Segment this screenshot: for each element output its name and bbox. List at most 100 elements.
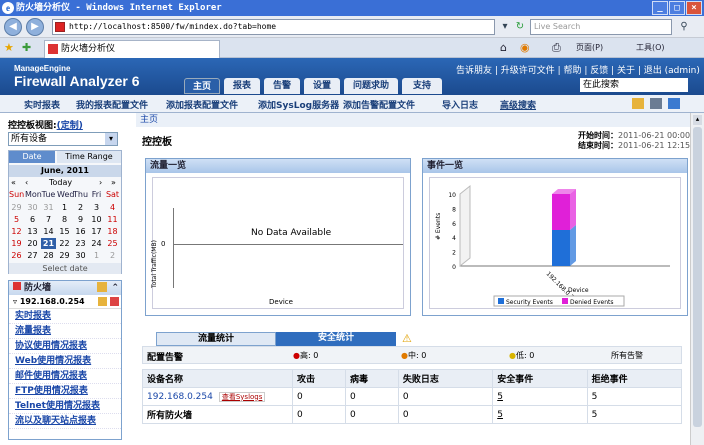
cal-day[interactable]: 27 (25, 250, 40, 261)
cal-day[interactable]: 30 (25, 202, 40, 213)
tab-reports[interactable]: 报表 (224, 78, 260, 94)
cal-day[interactable]: 3 (89, 202, 104, 213)
firewall-report-link[interactable]: FTP使用情况报表 (9, 384, 121, 399)
cal-day[interactable]: 12 (9, 226, 24, 237)
subnav-realtime[interactable]: 实时报表 (24, 98, 60, 111)
dropdown-icon[interactable]: ▾ (497, 19, 513, 35)
tab-help[interactable]: 问题求助 (344, 78, 398, 94)
alert-high[interactable]: ●高: 0 (293, 350, 318, 361)
print-icon[interactable]: ⎙ (552, 40, 561, 56)
cal-day[interactable]: 23 (73, 238, 88, 249)
cal-next-month-icon[interactable]: › (99, 178, 102, 187)
tab-settings[interactable]: 设置 (304, 78, 340, 94)
page-menu[interactable]: 页面(P) (576, 40, 603, 56)
cal-day[interactable]: 21 (41, 238, 56, 249)
alert-low[interactable]: ●低: 0 (509, 350, 534, 361)
device-report-icon[interactable] (98, 297, 107, 306)
firewall-report-link[interactable]: Web使用情况报表 (9, 354, 121, 369)
cal-day[interactable]: 11 (105, 214, 120, 225)
add-favorites-icon[interactable]: ✚ (22, 40, 31, 56)
cal-day[interactable]: 30 (73, 250, 88, 261)
collapse-icon[interactable]: ⌃ (111, 281, 119, 295)
page-scrollbar[interactable]: ▴ (690, 113, 704, 445)
cal-prev-icon[interactable]: « (11, 178, 16, 187)
cal-day[interactable]: 5 (9, 214, 24, 225)
device-row[interactable]: ▿ 192.168.0.254 (9, 295, 121, 309)
cal-day[interactable]: 9 (73, 214, 88, 225)
subnav-add-alert-profile[interactable]: 添加告警配置文件 (343, 98, 415, 111)
cal-day[interactable]: 24 (89, 238, 104, 249)
minimize-button[interactable]: _ (652, 1, 668, 15)
cal-today[interactable]: Today (49, 178, 72, 187)
cal-day[interactable]: 20 (25, 238, 40, 249)
cal-tab-range[interactable]: Time Range (57, 151, 121, 163)
cal-day[interactable]: 13 (25, 226, 40, 237)
firewall-report-link[interactable]: 邮件使用情况报表 (9, 369, 121, 384)
favorites-star-icon[interactable]: ★ (4, 40, 14, 56)
search-icon[interactable]: ⚲ (676, 19, 692, 35)
cal-prev-month-icon[interactable]: ‹ (25, 178, 28, 187)
firewall-report-link[interactable]: 流量报表 (9, 324, 121, 339)
tab-alerts[interactable]: 告警 (264, 78, 300, 94)
url-input[interactable]: http://localhost:8500/fw/mindex.do?tab=h… (52, 19, 495, 35)
scroll-up-icon[interactable]: ▴ (693, 115, 702, 125)
cal-day[interactable]: 4 (105, 202, 120, 213)
feeds-icon[interactable]: ◉ (520, 40, 530, 56)
cal-day[interactable]: 29 (57, 250, 72, 261)
alert-medium[interactable]: ●中: 0 (401, 350, 426, 361)
close-button[interactable]: × (686, 1, 702, 15)
cal-day[interactable]: 28 (41, 250, 56, 261)
cal-day[interactable]: 8 (57, 214, 72, 225)
subnav-my-profiles[interactable]: 我的报表配置文件 (76, 98, 148, 111)
cal-day[interactable]: 22 (57, 238, 72, 249)
cal-day[interactable]: 31 (41, 202, 56, 213)
cal-tab-date[interactable]: Date (9, 151, 55, 163)
subnav-advanced-search[interactable]: 高级搜索 (500, 98, 536, 111)
cal-day[interactable]: 1 (89, 250, 104, 261)
cal-day[interactable]: 7 (41, 214, 56, 225)
view-syslogs-link[interactable]: 查看Syslogs (218, 391, 266, 402)
cal-day[interactable]: 29 (9, 202, 24, 213)
refresh-icon[interactable]: ↻ (512, 19, 528, 35)
cal-next-icon[interactable]: » (111, 178, 116, 187)
maximize-button[interactable]: □ (669, 1, 685, 15)
export-icon[interactable] (632, 98, 644, 109)
cal-day[interactable]: 2 (73, 202, 88, 213)
cal-day[interactable]: 10 (89, 214, 104, 225)
cal-day[interactable]: 1 (57, 202, 72, 213)
tab-security-stats[interactable]: 安全统计 (276, 332, 396, 346)
alert-all[interactable]: 所有告警 (611, 350, 643, 361)
tools-menu[interactable]: 工具(O) (636, 40, 665, 56)
search-go-icon[interactable]: ⚲ (668, 78, 675, 89)
tab-support[interactable]: 支持 (402, 78, 442, 94)
view-select[interactable]: 所有设备 ▾ (8, 132, 118, 146)
breadcrumb[interactable]: 主页 (136, 113, 690, 127)
firewall-report-link[interactable]: 流以及聊天站点报表 (9, 414, 121, 429)
cal-day[interactable]: 25 (105, 238, 120, 249)
cal-day[interactable]: 17 (89, 226, 104, 237)
home-icon[interactable]: ⌂ (500, 40, 507, 56)
stat-cell[interactable]: 5 (492, 387, 588, 406)
firewall-report-link[interactable]: 协议使用情况报表 (9, 339, 121, 354)
firewall-report-link[interactable]: Telnet使用情况报表 (9, 399, 121, 414)
customize-link[interactable]: (定制) (57, 121, 83, 131)
cal-day[interactable]: 6 (25, 214, 40, 225)
cal-day[interactable]: 26 (9, 250, 24, 261)
stat-cell[interactable]: 5 (492, 405, 588, 424)
forward-icon[interactable]: ▶ (26, 18, 44, 36)
scroll-thumb[interactable] (693, 127, 702, 427)
device-remove-icon[interactable] (110, 297, 119, 306)
browser-tab[interactable]: 防火墙分析仪 (44, 40, 220, 58)
tab-traffic-stats[interactable]: 流量统计 (156, 332, 276, 346)
print-report-icon[interactable] (650, 98, 662, 109)
cal-day[interactable]: 16 (73, 226, 88, 237)
subnav-add-syslog[interactable]: 添加SysLog服务器 (258, 98, 339, 111)
cal-day[interactable]: 19 (9, 238, 24, 249)
cal-day[interactable]: 14 (41, 226, 56, 237)
top-links[interactable]: 告诉朋友 | 升级许可文件 | 帮助 | 反馈 | 关于 | 退出 (admin… (456, 63, 700, 76)
cal-day[interactable]: 2 (105, 250, 120, 261)
live-search-input[interactable]: Live Search (530, 19, 672, 35)
cal-day[interactable]: 18 (105, 226, 120, 237)
help-icon[interactable] (668, 98, 680, 109)
subnav-import-logs[interactable]: 导入日志 (442, 98, 478, 111)
